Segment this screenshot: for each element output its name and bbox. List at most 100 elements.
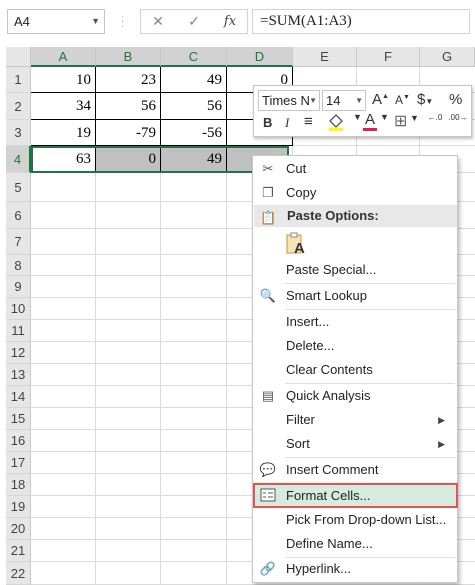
menu-item-clear-contents[interactable]: Clear Contents — [253, 358, 457, 382]
font-size-value: 14 — [326, 93, 341, 108]
menu-item-format-cells[interactable]: Format Cells... — [253, 483, 458, 508]
menu-item-label: Format Cells... — [286, 488, 371, 503]
menu-item-hyperlink[interactable]: 🔗 Hyperlink... — [253, 557, 457, 581]
menu-item-sort[interactable]: Sort ▶ — [253, 432, 457, 456]
grow-font-icon[interactable]: A▲ — [372, 91, 389, 108]
menu-item-label: Insert... — [286, 314, 330, 329]
menu-item-label: Cut — [286, 161, 307, 176]
font-name-select[interactable]: Times N ▼ — [258, 90, 320, 111]
scissors-icon: ✂ — [262, 161, 274, 176]
menu-item-label: Clear Contents — [286, 362, 373, 377]
submenu-arrow-icon: ▶ — [438, 415, 445, 425]
row-header-18[interactable]: 18 — [6, 474, 31, 496]
cell-c1[interactable]: 49 — [161, 67, 227, 93]
font-color-icon[interactable]: A — [362, 112, 378, 131]
menu-item-insert-comment[interactable]: 💬 Insert Comment — [253, 458, 457, 482]
row-header-1[interactable]: 1 — [6, 67, 31, 93]
font-name-value: Times N — [262, 93, 310, 108]
column-header-a[interactable]: A — [31, 47, 96, 67]
cancel-icon[interactable]: ✕ — [141, 10, 175, 33]
menu-item-smart-lookup[interactable]: 🔍 Smart Lookup — [253, 284, 457, 308]
paint-bucket-icon — [329, 114, 343, 131]
cell-b1[interactable]: 23 — [96, 67, 161, 93]
bold-icon[interactable]: B — [263, 115, 272, 130]
chevron-down-icon[interactable]: ▼ — [380, 112, 389, 122]
row-header-16[interactable]: 16 — [6, 430, 31, 452]
paste-icon-letter: A — [294, 240, 305, 257]
row-header-8[interactable]: 8 — [6, 255, 31, 276]
menu-item-define-name[interactable]: Define Name... — [253, 532, 457, 556]
insert-function-icon[interactable]: fx — [213, 10, 247, 33]
menu-item-quick-analysis[interactable]: ▤ Quick Analysis — [253, 384, 457, 408]
row-header-4[interactable]: 4 — [6, 146, 31, 173]
menu-item-pick-from-list[interactable]: Pick From Drop-down List... — [253, 508, 457, 532]
column-header-f[interactable]: F — [357, 47, 420, 67]
menu-item-insert[interactable]: Insert... — [253, 310, 457, 334]
row-header-2[interactable]: 2 — [6, 93, 31, 120]
column-header-c[interactable]: C — [161, 47, 227, 67]
cell-c3[interactable]: -56 — [161, 120, 227, 146]
paste-icon[interactable]: A — [285, 232, 307, 258]
column-header-e[interactable]: E — [293, 47, 357, 67]
menu-item-cut[interactable]: ✂ Cut — [253, 157, 457, 181]
fill-color-icon[interactable] — [326, 112, 348, 135]
row-header-5[interactable]: 5 — [6, 173, 31, 202]
row-header-10[interactable]: 10 — [6, 298, 31, 320]
menu-item-filter[interactable]: Filter ▶ — [253, 408, 457, 432]
menu-item-label: Delete... — [286, 338, 335, 353]
row-header-11[interactable]: 11 — [6, 320, 31, 342]
borders-icon[interactable]: ⊞ — [394, 111, 407, 131]
column-header-d[interactable]: D — [227, 47, 293, 67]
font-size-select[interactable]: 14 ▼ — [322, 90, 366, 111]
row-header-12[interactable]: 12 — [6, 342, 31, 364]
menu-item-delete[interactable]: Delete... — [253, 334, 457, 358]
cell-c2[interactable]: 56 — [161, 93, 227, 120]
italic-icon[interactable]: I — [285, 115, 289, 131]
row-header-20[interactable]: 20 — [6, 518, 31, 540]
select-all-corner[interactable] — [6, 47, 31, 67]
comment-icon: 💬 — [259, 462, 277, 477]
formula-input[interactable]: =SUM(A1:A3) — [252, 9, 470, 34]
column-header-b[interactable]: B — [96, 47, 161, 67]
row-header-22[interactable]: 22 — [6, 562, 31, 585]
row-header-9[interactable]: 9 — [6, 276, 31, 298]
column-header-g[interactable]: G — [420, 47, 475, 67]
row-header-14[interactable]: 14 — [6, 386, 31, 408]
row-header-7[interactable]: 7 — [6, 229, 31, 255]
row-header-15[interactable]: 15 — [6, 408, 31, 430]
row-header-6[interactable]: 6 — [6, 202, 31, 229]
row-header-19[interactable]: 19 — [6, 496, 31, 518]
align-center-icon[interactable]: ≡ — [304, 113, 313, 130]
format-cells-icon — [259, 487, 277, 505]
font-color-letter: A — [364, 111, 375, 128]
row-header-13[interactable]: 13 — [6, 364, 31, 386]
chevron-down-icon[interactable]: ▼ — [353, 112, 362, 122]
chevron-down-icon[interactable]: ▼ — [91, 10, 100, 33]
decrease-decimal-icon[interactable]: .00→ — [448, 113, 468, 122]
menu-item-copy[interactable]: ❐ Copy — [253, 181, 457, 205]
quick-analysis-icon: ▤ — [261, 388, 275, 403]
drag-handle-icon[interactable]: · · · — [121, 12, 125, 32]
shrink-font-icon[interactable]: A▼ — [395, 93, 410, 107]
chevron-down-icon[interactable]: ▼ — [410, 113, 419, 123]
cell-a3[interactable]: 19 — [31, 120, 96, 146]
context-menu: ✂ Cut ❐ Copy 📋 Paste Options: A Paste Sp… — [252, 155, 458, 583]
currency-icon[interactable]: $▼ — [417, 91, 433, 108]
cell-b2[interactable]: 56 — [96, 93, 161, 120]
name-box[interactable]: A4 ▼ — [7, 9, 105, 34]
percent-icon[interactable]: % — [449, 91, 462, 108]
menu-item-paste-special[interactable]: Paste Special... — [253, 258, 457, 282]
menu-item-label: Quick Analysis — [286, 388, 371, 403]
grow-font-label: A — [372, 91, 383, 108]
row-header-21[interactable]: 21 — [6, 540, 31, 562]
row-header-17[interactable]: 17 — [6, 452, 31, 474]
increase-decimal-icon[interactable]: ←.0 — [425, 113, 445, 122]
cell-a2[interactable]: 34 — [31, 93, 96, 120]
chevron-down-icon: ▼ — [355, 96, 363, 105]
submenu-arrow-icon: ▶ — [438, 439, 445, 449]
cell-b3[interactable]: -79 — [96, 120, 161, 146]
cell-a1[interactable]: 10 — [31, 67, 96, 93]
menu-item-label: Pick From Drop-down List... — [286, 512, 447, 527]
row-header-3[interactable]: 3 — [6, 120, 31, 146]
enter-icon[interactable]: ✓ — [177, 10, 211, 33]
